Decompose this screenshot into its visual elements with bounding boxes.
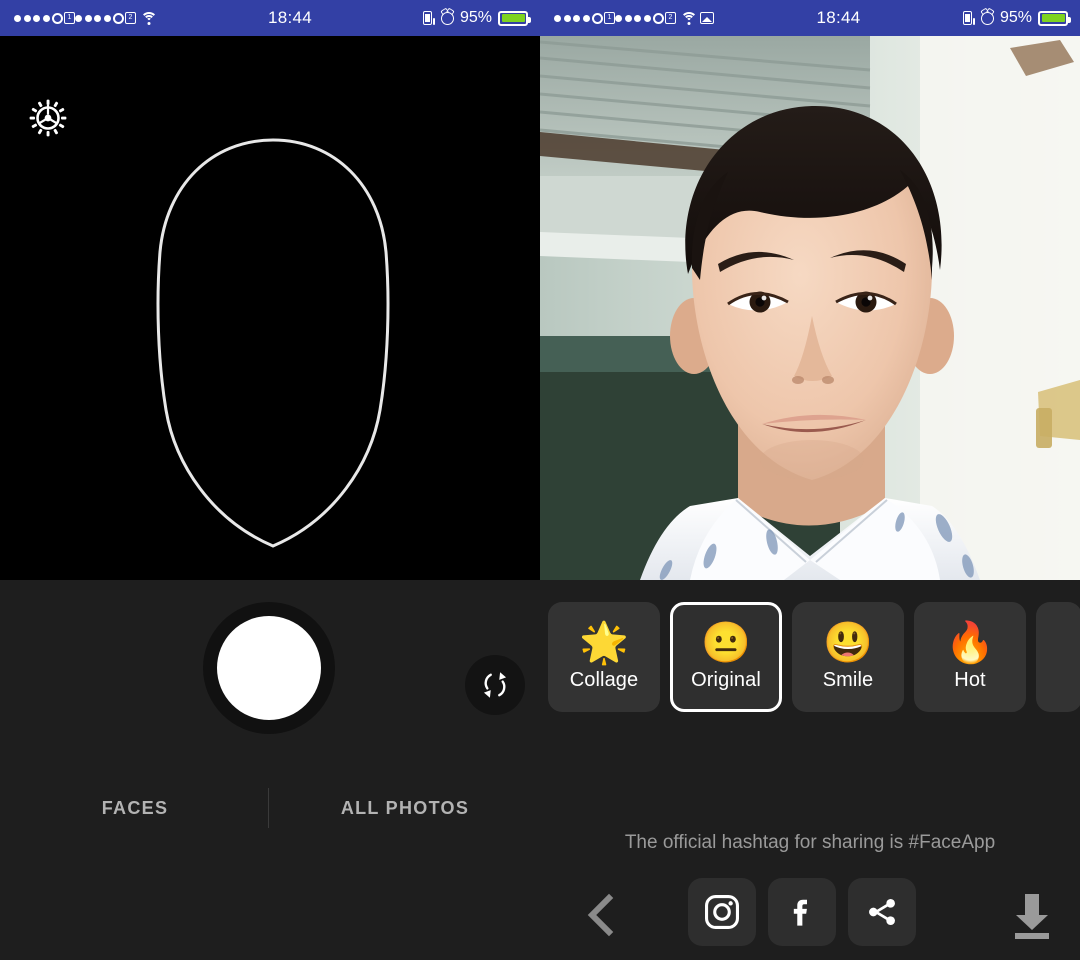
battery-percent-label: 95%	[460, 9, 492, 27]
signal-dots-icon-2	[75, 13, 124, 24]
facebook-icon	[782, 892, 822, 932]
filter-label: Hot	[954, 669, 985, 692]
app-screen: 1 2 18:44 95% 1 2	[0, 0, 1080, 960]
wifi-icon	[140, 12, 157, 25]
filter-label: Smile	[823, 669, 874, 692]
battery-icon	[1038, 11, 1068, 26]
vibrate-icon	[423, 11, 435, 25]
tab-faces[interactable]: FACES	[0, 782, 270, 834]
wifi-icon	[680, 12, 697, 25]
filter-next-partial[interactable]	[1036, 602, 1080, 712]
captured-photo	[540, 36, 1080, 580]
back-button[interactable]	[582, 892, 622, 938]
download-icon	[1004, 888, 1060, 944]
share-button[interactable]	[848, 878, 916, 946]
instagram-button[interactable]	[688, 878, 756, 946]
filter-carousel[interactable]: 🌟 Collage 😐 Original 😃 Smile 🔥 Hot	[548, 602, 1080, 712]
alarm-icon	[981, 12, 994, 25]
camera-viewfinder	[0, 36, 540, 580]
download-button[interactable]	[1004, 888, 1060, 944]
sim-card-1-icon: 1	[604, 12, 615, 24]
filter-label: Original	[691, 669, 761, 692]
tab-divider	[268, 788, 269, 828]
switch-camera-icon	[478, 668, 512, 702]
tab-all-photos[interactable]: ALL PHOTOS	[270, 782, 540, 834]
share-nodes-icon	[863, 893, 901, 931]
instagram-icon	[702, 892, 742, 932]
switch-camera-button[interactable]	[465, 655, 525, 715]
neutral-face-icon: 😐	[701, 622, 751, 664]
alarm-icon	[441, 12, 454, 25]
smiling-face-icon: 😃	[823, 622, 873, 664]
filter-label: Collage	[570, 669, 639, 692]
battery-icon	[498, 11, 528, 26]
facebook-button[interactable]	[768, 878, 836, 946]
photo-saved-icon	[700, 12, 714, 24]
star-icon: 🌟	[579, 622, 629, 664]
filter-collage[interactable]: 🌟 Collage	[548, 602, 660, 712]
sim-card-2-icon: 2	[665, 12, 676, 24]
status-bar-left-status: 95%	[423, 9, 540, 27]
hashtag-note: The official hashtag for sharing is #Fac…	[540, 832, 1080, 854]
filter-original[interactable]: 😐 Original	[670, 602, 782, 712]
filter-hot[interactable]: 🔥 Hot	[914, 602, 1026, 712]
signal-dots-icon	[554, 13, 603, 24]
status-bar-right-center: 18:44	[714, 8, 963, 28]
chevron-left-icon	[582, 892, 622, 938]
capture-button[interactable]	[203, 602, 335, 734]
gear-icon[interactable]	[28, 98, 68, 138]
signal-dots-icon-2	[615, 13, 664, 24]
filter-smile[interactable]: 😃 Smile	[792, 602, 904, 712]
capture-button-inner	[217, 616, 321, 720]
status-bar-clock: 18:44	[268, 8, 312, 28]
gallery-tabs[interactable]: FACES ALL PHOTOS	[0, 782, 540, 834]
status-bar-right-status: 95%	[963, 9, 1080, 27]
face-outline-guide	[128, 134, 418, 554]
status-bar-clock: 18:44	[816, 8, 860, 28]
status-bar-left: 1 2 18:44 95%	[0, 0, 540, 36]
status-bar-left-center: 18:44	[157, 8, 423, 28]
status-bar-left-icons: 1 2	[0, 12, 157, 25]
status-bar-right: 1 2 18:44 95%	[540, 0, 1080, 36]
vibrate-icon	[963, 11, 975, 25]
battery-percent-label: 95%	[1000, 9, 1032, 27]
sim-card-2-icon: 2	[125, 12, 136, 24]
signal-dots-icon	[14, 13, 63, 24]
status-bar-right-icons: 1 2	[540, 12, 714, 25]
fire-icon: 🔥	[945, 622, 995, 664]
share-bar	[540, 874, 1080, 960]
sim-card-1-icon: 1	[64, 12, 75, 24]
share-buttons[interactable]	[688, 878, 916, 946]
